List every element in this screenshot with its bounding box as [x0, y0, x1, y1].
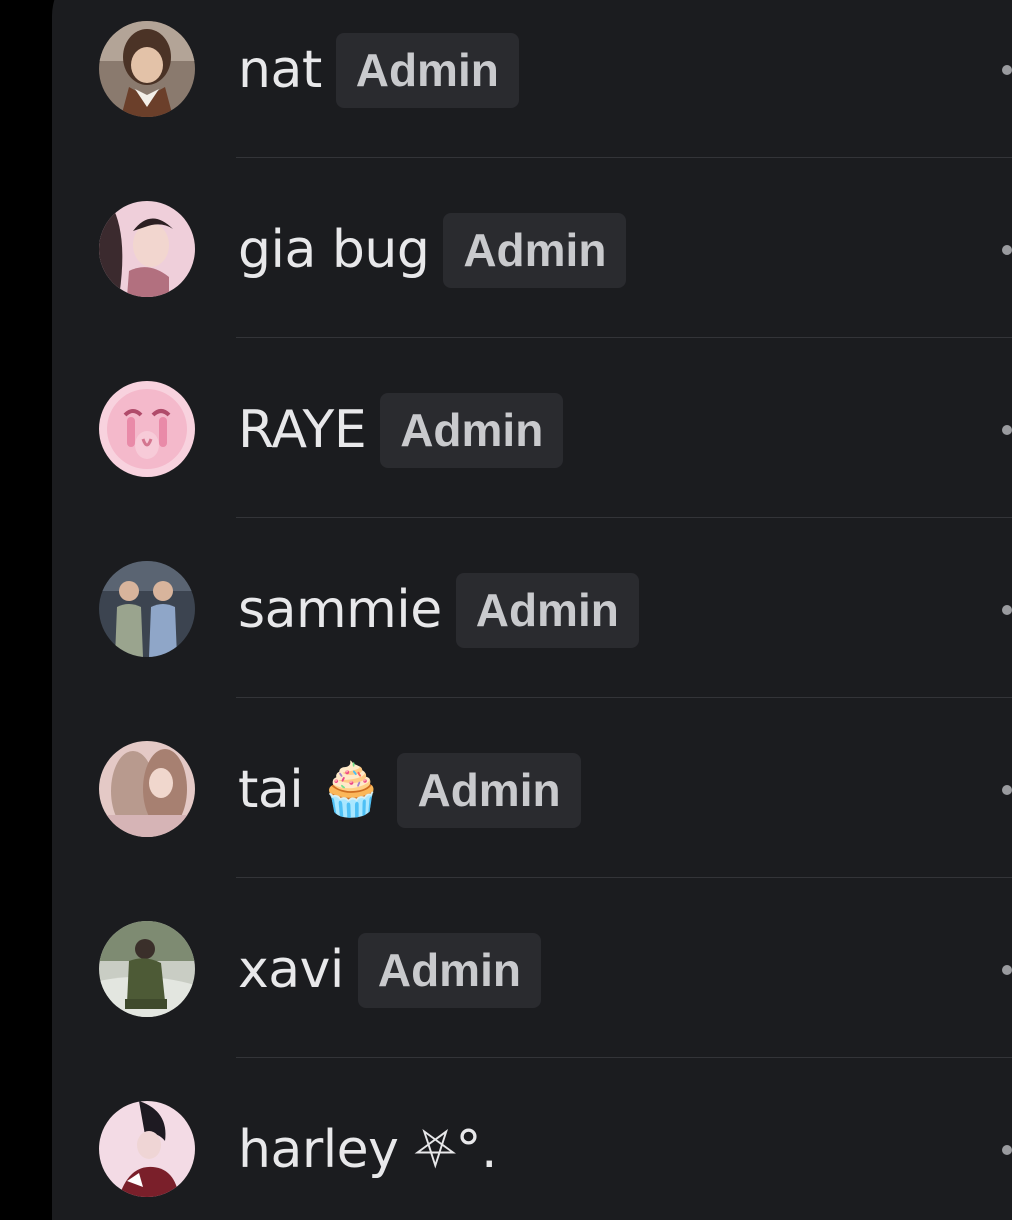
more-options-icon[interactable] [1002, 65, 1012, 75]
role-badge: Admin [357, 932, 541, 1008]
avatar[interactable] [99, 201, 195, 297]
member-row[interactable]: harley ⛧°. [52, 1080, 1012, 1220]
member-name-group: RAYE Admin [238, 392, 564, 468]
more-options-icon[interactable] [1002, 245, 1012, 255]
role-badge: Admin [397, 752, 581, 828]
divider [236, 877, 1012, 878]
more-options-icon[interactable] [1002, 605, 1012, 615]
divider [236, 517, 1012, 518]
member-row[interactable]: nat Admin [52, 0, 1012, 180]
member-name: nat [238, 40, 322, 100]
divider [236, 1057, 1012, 1058]
more-options-icon[interactable] [1002, 1145, 1012, 1155]
member-list-panel: nat Admin gia bug Admin RAYE Admin sammi… [52, 0, 1012, 1220]
role-badge: Admin [335, 32, 519, 108]
divider [236, 337, 1012, 338]
member-row[interactable]: xavi Admin [52, 900, 1012, 1080]
member-name: gia bug [238, 220, 430, 280]
avatar[interactable] [99, 561, 195, 657]
role-badge: Admin [380, 392, 564, 468]
avatar[interactable] [99, 381, 195, 477]
member-row[interactable]: gia bug Admin [52, 180, 1012, 360]
avatar[interactable] [99, 741, 195, 837]
more-options-icon[interactable] [1002, 785, 1012, 795]
more-options-icon[interactable] [1002, 965, 1012, 975]
member-name-group: tai 🧁 Admin [238, 752, 581, 828]
member-name-group: xavi Admin [238, 932, 541, 1008]
member-name: sammie [238, 580, 442, 640]
avatar[interactable] [99, 1101, 195, 1197]
member-name-group: harley ⛧°. [238, 1112, 498, 1188]
member-name-group: gia bug Admin [238, 212, 627, 288]
member-row[interactable]: sammie Admin [52, 540, 1012, 720]
member-name: tai 🧁 [238, 760, 384, 820]
more-options-icon[interactable] [1002, 425, 1012, 435]
avatar[interactable] [99, 21, 195, 117]
role-badge: Admin [443, 212, 627, 288]
avatar[interactable] [99, 921, 195, 1017]
member-name: RAYE [238, 400, 367, 460]
member-name: xavi [238, 940, 344, 1000]
member-name-group: sammie Admin [238, 572, 639, 648]
divider [236, 697, 1012, 698]
member-row[interactable]: RAYE Admin [52, 360, 1012, 540]
role-badge: Admin [455, 572, 639, 648]
divider [236, 157, 1012, 158]
member-row[interactable]: tai 🧁 Admin [52, 720, 1012, 900]
member-name-group: nat Admin [238, 32, 519, 108]
member-name: harley ⛧°. [238, 1120, 498, 1180]
